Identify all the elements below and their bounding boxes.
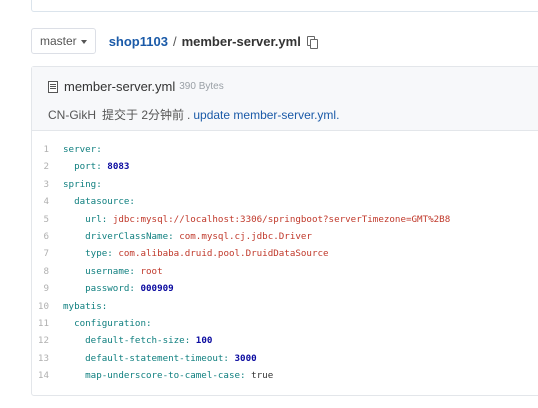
yaml-value: 100 (195, 335, 213, 347)
yaml-key: password: (85, 283, 135, 295)
yaml-key: server: (63, 144, 102, 155)
code-text: datasource: (63, 193, 135, 210)
yaml-value: true (251, 370, 274, 382)
commit-author[interactable]: CN-GikH (48, 108, 96, 122)
code-line: 14 map-underscore-to-camel-case: true (32, 367, 450, 384)
line-number: 12 (37, 335, 49, 347)
line-number: 6 (43, 230, 49, 242)
code-text: type: com.alibaba.druid.pool.DruidDataSo… (63, 245, 329, 262)
repo-link[interactable]: shop1103 (109, 34, 168, 49)
yaml-key: datasource: (74, 196, 135, 208)
file-title: member-server.yml 390 Bytes (48, 79, 224, 94)
yaml-key: default-fetch-size: (85, 335, 191, 347)
code-line: 11 configuration: (32, 315, 450, 332)
yaml-value: root (140, 265, 163, 277)
code-line: 3 spring: (32, 176, 450, 193)
file-toolbar: master shop1103 / member-server.yml (31, 28, 318, 54)
line-number: 3 (43, 178, 49, 190)
code-line: 2 port: 8083 (32, 158, 450, 175)
code-view: 1 server: 2 port: 8083 3 spring: 4 datasource… (32, 141, 450, 384)
file-panel: member-server.yml 390 Bytes CN-GikH 提交于 2… (31, 66, 538, 396)
yaml-key: port: (74, 161, 102, 173)
yaml-value: com.alibaba.druid.pool.DruidDataSource (118, 248, 329, 260)
code-text: url: jdbc:mysql://localhost:3306/springb… (63, 211, 450, 228)
breadcrumb-separator: / (172, 33, 177, 49)
code-line: 10 mybatis: (32, 298, 450, 315)
breadcrumb-file: member-server.yml (181, 33, 301, 49)
code-text: username: root (63, 263, 163, 280)
yaml-value: com.mysql.cj.jdbc.Driver (179, 230, 312, 242)
code-text: mybatis: (63, 298, 107, 315)
file-icon (48, 80, 58, 93)
code-line: 12 default-fetch-size: 100 (32, 332, 450, 349)
code-text: default-statement-timeout: 3000 (63, 350, 257, 367)
line-number: 10 (37, 300, 49, 312)
line-number: 4 (43, 196, 49, 208)
file-header: member-server.yml 390 Bytes CN-GikH 提交于 2… (32, 67, 538, 131)
code-text: configuration: (63, 315, 152, 332)
line-number: 11 (37, 317, 49, 329)
caret-down-icon (80, 39, 87, 44)
yaml-value: 3000 (234, 352, 257, 364)
line-number: 14 (37, 370, 49, 382)
yaml-key: url: (85, 213, 108, 225)
line-number: 5 (43, 213, 49, 225)
code-line: 7 type: com.alibaba.druid.pool.DruidData… (32, 245, 450, 262)
file-size: 390 Bytes (179, 81, 224, 92)
file-name: member-server.yml (64, 79, 176, 94)
yaml-value: jdbc:mysql://localhost:3306/springboot?s… (112, 213, 451, 225)
code-text: driverClassName: com.mysql.cj.jdbc.Drive… (63, 228, 312, 245)
yaml-value: 000909 (140, 283, 174, 295)
code-text: password: 000909 (63, 280, 174, 297)
yaml-key: default-statement-timeout: (85, 352, 229, 364)
line-number: 8 (43, 265, 49, 277)
commit-time: 提交于 2分钟前 (102, 108, 185, 122)
commit-dot: . (187, 108, 191, 122)
line-number: 9 (43, 283, 49, 295)
breadcrumb: shop1103 / member-server.yml (109, 33, 318, 49)
code-line: 1 server: (32, 141, 450, 158)
yaml-key: username: (85, 265, 135, 277)
yaml-key: mybatis: (63, 300, 108, 312)
yaml-key: spring: (63, 178, 102, 190)
yaml-key: type: (85, 248, 113, 260)
line-number: 1 (43, 144, 49, 155)
branch-label: master (40, 34, 77, 48)
yaml-key: map-underscore-to-camel-case: (85, 370, 246, 382)
copy-icon[interactable] (306, 35, 318, 49)
branch-selector[interactable]: master (31, 28, 96, 54)
yaml-key: configuration: (74, 317, 152, 329)
code-text: server: (63, 141, 102, 158)
code-line: 6 driverClassName: com.mysql.cj.jdbc.Dri… (32, 228, 450, 245)
code-line: 13 default-statement-timeout: 3000 (32, 350, 450, 367)
code-line: 9 password: 000909 (32, 280, 450, 297)
code-text: map-underscore-to-camel-case: true (63, 367, 273, 384)
line-number: 13 (37, 352, 49, 364)
code-text: default-fetch-size: 100 (63, 332, 212, 349)
code-line: 8 username: root (32, 263, 450, 280)
code-line: 5 url: jdbc:mysql://localhost:3306/sprin… (32, 211, 450, 228)
code-text: spring: (63, 176, 102, 193)
commit-info: CN-GikH 提交于 2分钟前. update member-server.yml… (48, 106, 339, 123)
yaml-key: driverClassName: (85, 230, 174, 242)
yaml-value: 8083 (107, 161, 130, 173)
line-number: 7 (43, 248, 49, 260)
line-number: 2 (43, 161, 49, 173)
code-text: port: 8083 (63, 158, 129, 175)
code-line: 4 datasource: (32, 193, 450, 210)
previous-panel-edge (31, 0, 538, 12)
commit-message[interactable]: update member-server.yml. (193, 108, 339, 122)
